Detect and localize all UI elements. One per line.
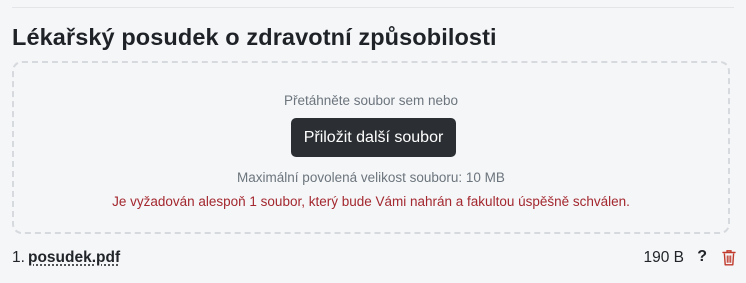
file-name-link[interactable]: posudek.pdf [28, 249, 120, 267]
file-index: 1. [12, 249, 25, 266]
file-dropzone[interactable]: Přetáhněte soubor sem nebo Přiložit dalš… [12, 61, 730, 234]
file-size: 190 B [643, 249, 684, 266]
section-title: Lékařský posudek o zdravotní způsobilost… [12, 24, 497, 50]
max-size-note: Maximální povolená velikost souboru: 10 … [237, 170, 505, 185]
attach-file-button[interactable]: Přiložit další soubor [291, 118, 456, 157]
file-list-item: 1. posudek.pdf 190 B ? [12, 248, 736, 269]
dropzone-hint: Přetáhněte soubor sem nebo [283, 93, 459, 108]
trash-icon[interactable] [722, 249, 736, 266]
error-message: Je vyžadován alespoň 1 soubor, který bud… [112, 194, 630, 209]
top-divider [12, 7, 734, 8]
help-icon[interactable]: ? [697, 248, 707, 266]
